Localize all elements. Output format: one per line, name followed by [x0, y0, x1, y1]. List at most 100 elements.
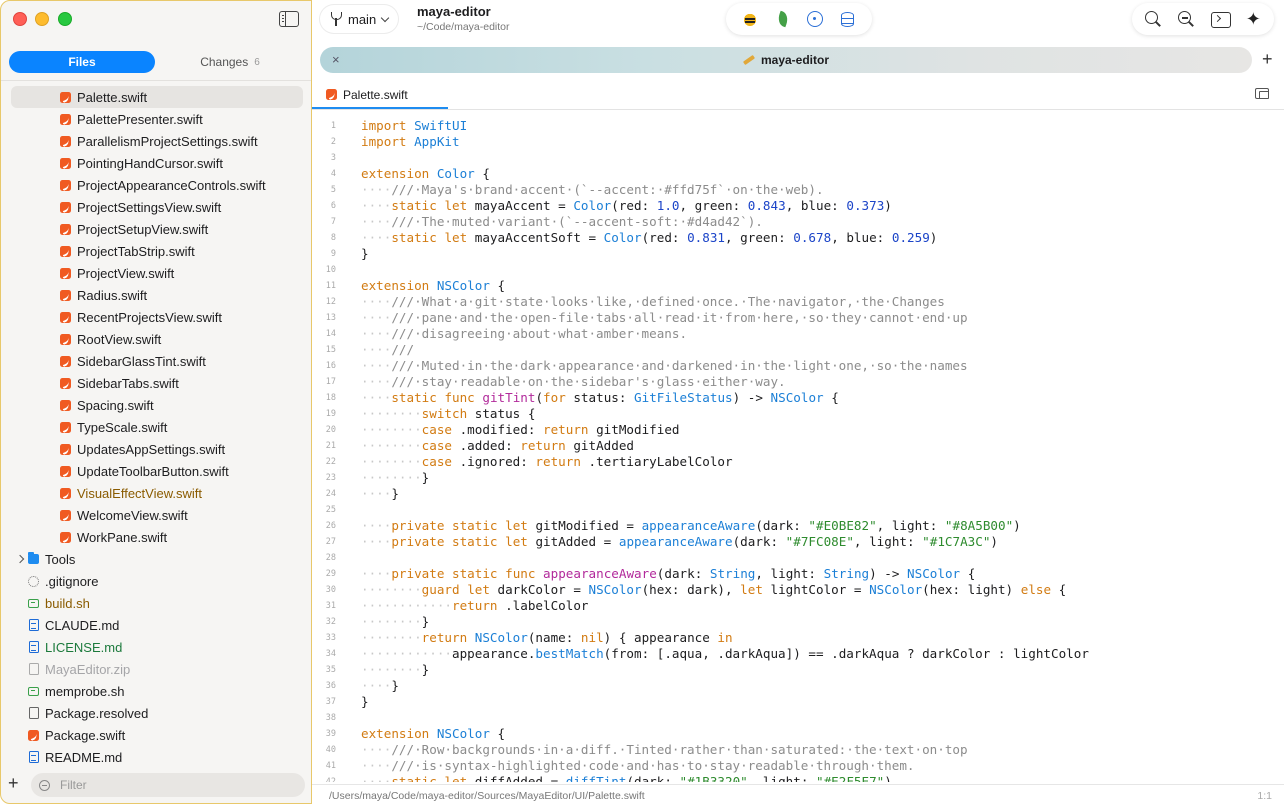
file-name: ProjectAppearanceControls.swift — [77, 177, 266, 193]
file-name: ProjectSettingsView.swift — [77, 199, 222, 215]
file-row[interactable]: Radius.swift — [1, 284, 311, 306]
split-view-icon[interactable] — [1255, 88, 1269, 99]
file-row[interactable]: ProjectSettingsView.swift — [1, 196, 311, 218]
code-token: NSColor — [907, 566, 961, 581]
line-number: 40 — [325, 745, 336, 755]
file-row[interactable]: ProjectSetupView.swift — [1, 218, 311, 240]
file-row[interactable]: PointingHandCursor.swift — [1, 152, 311, 174]
filter-input[interactable] — [60, 778, 280, 792]
code-token: ···· — [361, 758, 392, 773]
tab-files[interactable]: Files — [9, 51, 155, 73]
code-token: } — [391, 486, 399, 501]
close-tab-icon[interactable]: × — [332, 52, 340, 67]
file-row[interactable]: Spacing.swift — [1, 394, 311, 416]
minimize-window-button[interactable] — [35, 12, 49, 26]
file-row[interactable]: ProjectTabStrip.swift — [1, 240, 311, 262]
terminal-icon — [28, 686, 39, 697]
line-number: 18 — [325, 393, 336, 403]
new-tab-button[interactable]: + — [1262, 50, 1273, 68]
code-token: extension — [361, 278, 430, 293]
file-row[interactable]: Package.resolved — [1, 702, 311, 724]
file-row[interactable]: build.sh — [1, 592, 311, 614]
terminal-icon[interactable] — [1210, 9, 1231, 29]
file-row[interactable]: Palette.swift — [11, 86, 303, 108]
maximize-window-button[interactable] — [58, 12, 72, 26]
code-token: , green: — [679, 198, 748, 213]
code-token: let — [467, 582, 490, 597]
sidebar-toggle-icon[interactable] — [279, 11, 299, 27]
atom-icon[interactable] — [806, 10, 824, 28]
code-token: 0.678 — [793, 230, 832, 245]
code-token: nil — [580, 630, 604, 645]
file-row[interactable]: PalettePresenter.swift — [1, 108, 311, 130]
filter-field[interactable] — [31, 773, 305, 797]
branch-selector-button[interactable]: main — [320, 5, 399, 33]
file-name: Tools — [45, 551, 76, 567]
file-row[interactable]: SidebarTabs.swift — [1, 372, 311, 394]
code-token: ) -> — [869, 566, 908, 581]
swift-icon — [60, 421, 71, 433]
file-tab[interactable]: Palette.swift — [312, 82, 448, 109]
close-window-button[interactable] — [13, 12, 27, 26]
file-row[interactable]: ProjectView.swift — [1, 262, 311, 284]
file-row[interactable]: README.md — [1, 746, 311, 768]
line-number: 2 — [330, 137, 336, 147]
folder-row[interactable]: Tools — [1, 548, 311, 570]
code-token: , green: — [725, 230, 794, 245]
project-tab[interactable]: × maya-editor — [320, 47, 1252, 73]
file-row[interactable]: WelcomeView.swift — [1, 504, 311, 526]
code-token: 0.373 — [846, 198, 885, 213]
file-row[interactable]: RecentProjectsView.swift — [1, 306, 311, 328]
code-text: ····static let mayaAccent = Color(red: 1… — [336, 198, 892, 214]
file-row[interactable]: Package.swift — [1, 724, 311, 746]
sparkle-icon[interactable]: ✦ — [1243, 9, 1263, 29]
file-row[interactable]: TypeScale.swift — [1, 416, 311, 438]
code-token: NSColor — [588, 582, 642, 597]
file-row[interactable]: WorkPane.swift — [1, 526, 311, 548]
code-token: import — [361, 134, 407, 149]
swift-icon — [60, 509, 71, 521]
swift-icon — [60, 377, 71, 389]
file-row[interactable]: MayaEditor.zip — [1, 658, 311, 680]
file-row[interactable]: SidebarGlassTint.swift — [1, 350, 311, 372]
search-icon[interactable] — [1143, 9, 1163, 29]
file-row[interactable]: .gitignore — [1, 570, 311, 592]
tab-changes[interactable]: Changes 6 — [155, 51, 305, 73]
code-token: .modified: — [452, 422, 544, 437]
file-row[interactable]: UpdatesAppSettings.swift — [1, 438, 311, 460]
code-token: let — [740, 582, 763, 597]
file-row[interactable]: ProjectAppearanceControls.swift — [1, 174, 311, 196]
file-row[interactable]: LICENSE.md — [1, 636, 311, 658]
file-name: Spacing.swift — [77, 397, 154, 413]
database-icon[interactable] — [839, 10, 857, 28]
line-number: 8 — [330, 233, 336, 243]
file-row[interactable]: ParallelismProjectSettings.swift — [1, 130, 311, 152]
code-token: .tertiaryLabelColor — [580, 454, 733, 469]
code-token: , blue: — [785, 198, 847, 213]
code-editor[interactable]: 1 import SwiftUI 2 import AppKit 3 4 extension… — [312, 118, 1284, 782]
bee-icon[interactable] — [741, 10, 760, 28]
code-token: let — [444, 198, 468, 213]
leaf-icon[interactable] — [774, 10, 792, 28]
file-row[interactable]: VisualEffectView.swift — [1, 482, 311, 504]
project-tab-title: maya-editor — [760, 53, 830, 67]
code-token: "#E2F5E7" — [816, 774, 885, 782]
code-token: 0.259 — [891, 230, 930, 245]
code-token: gitModified — [588, 422, 680, 437]
chevron-right-icon[interactable] — [15, 554, 25, 564]
code-token: Color — [436, 166, 475, 181]
code-text: ····} — [336, 486, 399, 502]
zoom-out-icon[interactable] — [1176, 9, 1196, 29]
file-row[interactable]: RootView.swift — [1, 328, 311, 350]
file-row[interactable]: UpdateToolbarButton.swift — [1, 460, 311, 482]
file-row[interactable]: CLAUDE.md — [1, 614, 311, 636]
code-token: { — [960, 566, 976, 581]
add-file-button[interactable]: + — [8, 774, 19, 792]
line-number: 27 — [325, 537, 336, 547]
code-token: private — [391, 566, 445, 581]
file-row[interactable]: memprobe.sh — [1, 680, 311, 702]
